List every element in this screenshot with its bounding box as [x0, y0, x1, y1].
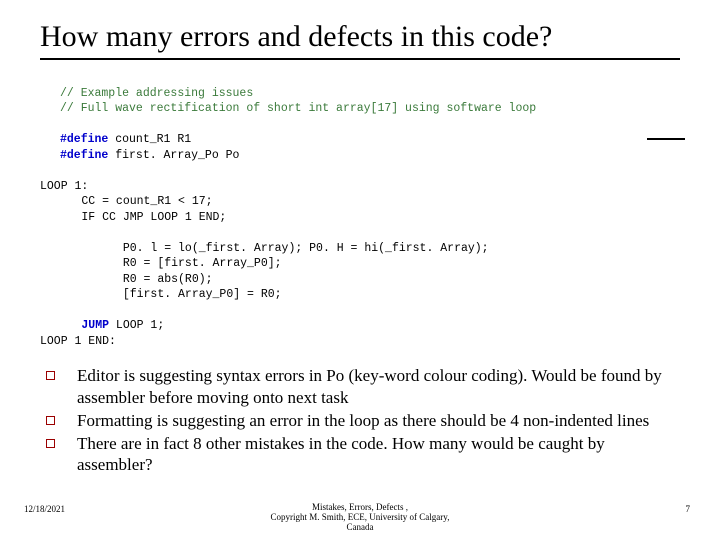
footer-page-number: 7 [686, 504, 691, 514]
code-label-end: LOOP 1 END: [40, 335, 116, 348]
code-line-store: [first. Array_P0] = R0; [40, 288, 282, 301]
code-block: // Example addressing issues // Full wav… [60, 70, 680, 163]
bullet-item: Editor is suggesting syntax errors in Po… [46, 365, 680, 408]
footer-center-line2: Copyright M. Smith, ECE, University of C… [271, 512, 450, 522]
bullet-text: There are in fact 8 other mistakes in th… [77, 433, 680, 476]
underline-mark [647, 138, 685, 140]
bullet-item: There are in fact 8 other mistakes in th… [46, 433, 680, 476]
footer-center-line3: Canada [347, 522, 374, 532]
code-define-1-body: count_R1 R1 [108, 133, 191, 146]
code-line-p0: P0. l = lo(_first. Array); P0. H = hi(_f… [40, 242, 489, 255]
code-line-r0a: R0 = [first. Array_P0]; [40, 257, 282, 270]
code-jump-kw: JUMP [40, 319, 109, 332]
bullet-item: Formatting is suggesting an error in the… [46, 410, 680, 431]
code-comment-1: // Example addressing issues [60, 87, 253, 100]
code-body: LOOP 1: CC = count_R1 < 17; IF CC JMP LO… [40, 163, 680, 349]
code-line-cc: CC = count_R1 < 17; [40, 195, 213, 208]
slide-title: How many errors and defects in this code… [40, 20, 680, 60]
bullet-box-icon [46, 371, 55, 380]
bullet-box-icon [46, 439, 55, 448]
bullet-list: Editor is suggesting syntax errors in Po… [46, 365, 680, 475]
code-define-1-kw: #define [60, 133, 108, 146]
bullet-text: Editor is suggesting syntax errors in Po… [77, 365, 680, 408]
code-jump-target: LOOP 1; [109, 319, 164, 332]
code-line-ifcc: IF CC JMP LOOP 1 END; [40, 211, 226, 224]
bullet-text: Formatting is suggesting an error in the… [77, 410, 649, 431]
code-comment-2: // Full wave rectification of short int … [60, 102, 536, 115]
code-label-loop1: LOOP 1: [40, 180, 88, 193]
bullet-box-icon [46, 416, 55, 425]
footer-date: 12/18/2021 [24, 504, 65, 514]
code-define-2-body: first. Array_Po Po [108, 149, 239, 162]
code-define-2-kw: #define [60, 149, 108, 162]
footer-center: Mistakes, Errors, Defects , Copyright M.… [230, 502, 490, 532]
footer-center-line1: Mistakes, Errors, Defects , [312, 502, 408, 512]
code-line-r0b: R0 = abs(R0); [40, 273, 213, 286]
